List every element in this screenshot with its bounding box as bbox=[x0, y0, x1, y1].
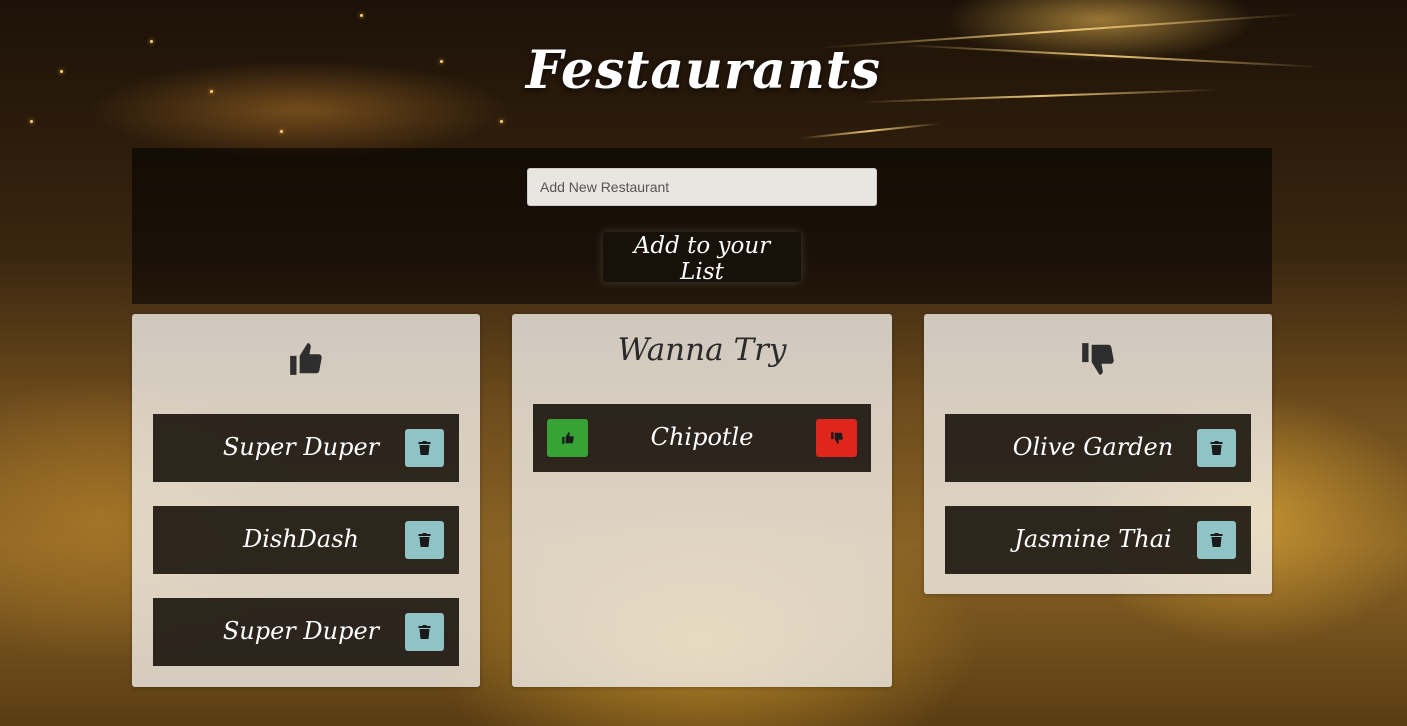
wanna-try-column: Wanna Try Chipotle bbox=[512, 314, 892, 687]
delete-button[interactable] bbox=[405, 613, 444, 651]
add-restaurant-form: Add to your List bbox=[132, 148, 1272, 304]
trash-icon bbox=[1210, 533, 1223, 547]
delete-button[interactable] bbox=[1197, 429, 1236, 467]
disliked-restaurant-card: Jasmine Thai bbox=[945, 506, 1251, 574]
add-to-list-button[interactable]: Add to your List bbox=[603, 232, 801, 285]
disliked-restaurant-card: Olive Garden bbox=[945, 414, 1251, 482]
thumbs-down-icon bbox=[924, 340, 1272, 382]
wanna-try-restaurant-card: Chipotle bbox=[533, 404, 871, 472]
dislike-button[interactable] bbox=[816, 419, 857, 457]
trash-icon bbox=[418, 441, 431, 455]
restaurant-name-input[interactable] bbox=[527, 168, 877, 206]
liked-restaurant-card: Super Duper bbox=[153, 598, 459, 666]
trash-icon bbox=[418, 625, 431, 639]
liked-restaurant-card: DishDash bbox=[153, 506, 459, 574]
trash-icon bbox=[1210, 441, 1223, 455]
thumbs-up-icon bbox=[132, 340, 480, 382]
delete-button[interactable] bbox=[1197, 521, 1236, 559]
delete-button[interactable] bbox=[405, 521, 444, 559]
column-heading: Wanna Try bbox=[617, 332, 787, 368]
app-title: Festaurants bbox=[525, 40, 882, 101]
liked-restaurant-card: Super Duper bbox=[153, 414, 459, 482]
delete-button[interactable] bbox=[405, 429, 444, 467]
thumbs-down-icon bbox=[830, 432, 843, 444]
trash-icon bbox=[418, 533, 431, 547]
disliked-column: Olive Garden Jasmine Thai bbox=[924, 314, 1272, 594]
liked-column: Super Duper DishDash Super Duper bbox=[132, 314, 480, 687]
